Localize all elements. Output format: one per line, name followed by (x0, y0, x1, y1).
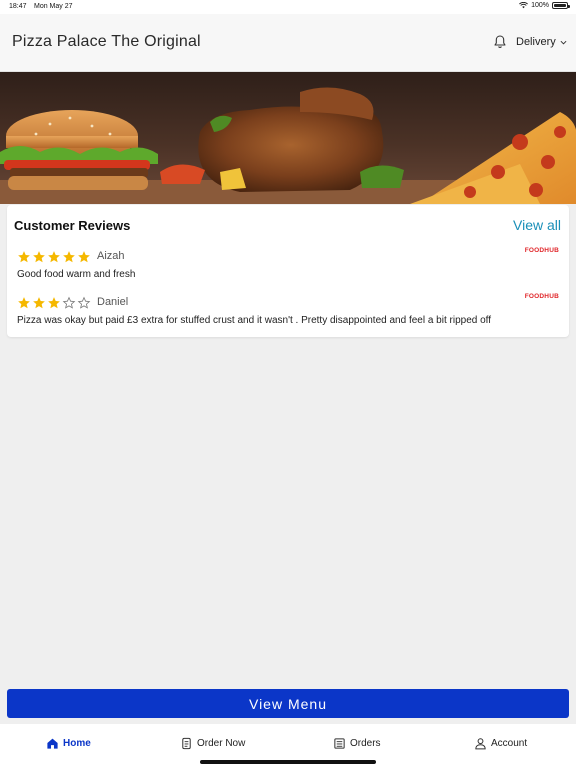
home-indicator (200, 760, 376, 764)
star-empty-icon (77, 296, 91, 309)
app-header: Pizza Palace The Original Delivery (0, 14, 576, 72)
hero-banner-image (0, 72, 576, 204)
order-list-icon (182, 737, 191, 750)
star-empty-icon (62, 296, 76, 309)
customer-reviews-card: Customer Reviews View all Aizah FOODHUB … (7, 205, 569, 337)
nav-order-now[interactable]: Order Now (180, 737, 245, 750)
review-text: Pizza was okay but paid £3 extra for stu… (17, 315, 492, 326)
view-all-reviews-link[interactable]: View all (513, 217, 561, 233)
star-filled-icon (33, 297, 45, 309)
star-filled-icon (18, 297, 30, 309)
home-icon (47, 738, 58, 749)
reviewer-name: Aizah (97, 250, 125, 262)
status-right: 100% (519, 2, 570, 9)
star-filled-icon (18, 251, 30, 263)
wifi-icon (519, 2, 529, 9)
battery-icon (552, 2, 570, 9)
view-menu-button[interactable]: View Menu (7, 689, 569, 718)
bottom-navigation: Home Order Now Orders Account (0, 724, 576, 768)
star-filled-icon (78, 251, 90, 263)
nav-orders-label: Orders (350, 738, 381, 749)
nav-home-label: Home (63, 738, 91, 749)
foodhub-logo: FOODHUB (524, 293, 559, 300)
user-icon (475, 738, 486, 750)
delivery-mode-select[interactable]: Delivery (516, 36, 567, 48)
food-illustration (0, 87, 576, 204)
status-time: 18:47 (9, 3, 27, 10)
battery-percent: 100% (531, 2, 549, 9)
nav-account[interactable]: Account (474, 737, 527, 750)
star-filled-icon (48, 251, 60, 263)
reviewer-name: Daniel (97, 296, 129, 308)
star-filled-icon (48, 297, 60, 309)
star-rating (17, 296, 91, 310)
restaurant-title: Pizza Palace The Original (12, 33, 201, 50)
nav-home[interactable]: Home (46, 737, 91, 750)
star-filled-icon (63, 251, 75, 263)
delivery-label: Delivery (516, 36, 556, 48)
status-date: Mon May 27 (34, 3, 73, 10)
star-filled-icon (33, 251, 45, 263)
nav-orders[interactable]: Orders (333, 737, 381, 750)
foodhub-logo: FOODHUB (524, 247, 559, 254)
bell-icon[interactable] (492, 34, 508, 50)
review-text: Good food warm and fresh (17, 269, 136, 280)
nav-order-now-label: Order Now (197, 738, 246, 749)
burger-graphic (0, 110, 158, 190)
reviews-heading: Customer Reviews (14, 218, 131, 233)
nav-account-label: Account (491, 738, 528, 749)
roast-chicken-graphic (160, 87, 404, 192)
chevron-down-icon (560, 40, 567, 44)
star-rating (17, 250, 91, 264)
receipt-icon (334, 738, 345, 749)
status-bar: 18:47 Mon May 27 100% (0, 0, 576, 14)
